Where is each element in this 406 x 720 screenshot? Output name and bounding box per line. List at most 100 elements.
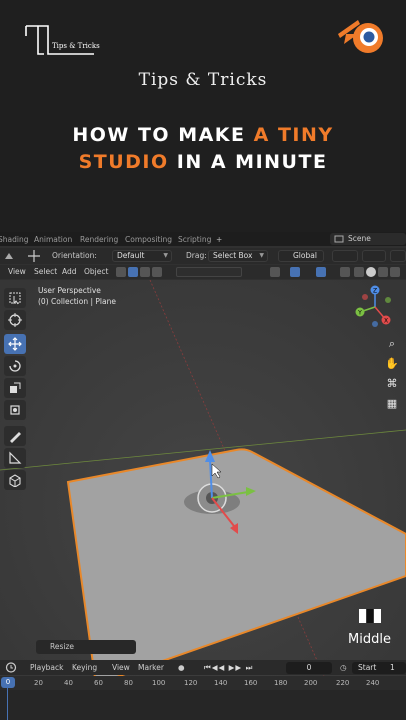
ruler-tick: 100 — [152, 679, 166, 687]
transform-tool-icon[interactable] — [4, 400, 26, 420]
frame-ruler[interactable]: 20 40 60 80 100 120 140 160 180 200 220 … — [0, 676, 406, 690]
scene-name: Scene — [348, 234, 371, 243]
viewport-header: View Select Add Object — [0, 265, 406, 279]
preview-range-icon[interactable]: ◷ — [340, 663, 347, 672]
ruler-tick: 200 — [304, 679, 318, 687]
perspective-toggle-icon[interactable]: ▦ — [384, 396, 400, 412]
tab-compositing[interactable]: Compositing — [125, 235, 172, 244]
viewport-search-field[interactable] — [176, 267, 242, 277]
gizmo-x-label: X — [384, 318, 388, 325]
channel-logo-icon — [25, 25, 94, 55]
video-banner: Tips & Tricks Tips & Tricks HOW TO MAKE … — [0, 0, 406, 228]
pan-hand-icon[interactable]: ✋ — [384, 356, 400, 372]
select-mode-icon[interactable] — [152, 267, 162, 277]
drag-label: Drag: — [186, 251, 207, 260]
scene-icon — [334, 235, 344, 243]
headline-text: IN A MINUTE — [168, 151, 328, 173]
tab-shading[interactable]: Shading — [0, 235, 28, 244]
viewport-scene — [0, 280, 406, 690]
menu-view[interactable]: View — [8, 267, 26, 276]
brand-text: Tips & Tricks — [52, 42, 100, 50]
transform-orientation-value: Global — [293, 251, 317, 260]
ruler-tick: 40 — [64, 679, 73, 687]
menu-object[interactable]: Object — [84, 267, 108, 276]
blender-window: Shading Animation Rendering Compositing … — [0, 232, 406, 720]
tab-animation[interactable]: Animation — [34, 235, 72, 244]
menu-marker[interactable]: Marker — [138, 663, 164, 672]
clock-icon[interactable] — [5, 662, 17, 673]
drag-dropdown[interactable]: Select Box ▼ — [208, 250, 268, 262]
editor-type-icon[interactable] — [4, 251, 14, 261]
chevron-down-icon: ▼ — [163, 252, 168, 259]
tab-rendering[interactable]: Rendering — [80, 235, 118, 244]
start-frame-field[interactable]: Start 1 — [352, 662, 406, 674]
gizmo-toggle-icon[interactable] — [290, 267, 300, 277]
move-tool-icon — [28, 250, 40, 262]
overlay-toggle-icon[interactable] — [316, 267, 326, 277]
proportional-edit-button[interactable] — [390, 250, 406, 262]
playhead[interactable]: 0 — [1, 677, 15, 688]
mouse-button-icon — [359, 609, 381, 623]
drag-value: Select Box — [213, 251, 253, 260]
shading-material-icon[interactable] — [378, 267, 388, 277]
shading-wireframe-icon[interactable] — [354, 267, 364, 277]
cursor-tool-icon[interactable] — [4, 310, 26, 330]
last-operator-panel[interactable]: Resize — [36, 640, 136, 654]
menu-keying[interactable]: Keying — [72, 663, 97, 672]
shading-solid-icon[interactable] — [366, 267, 376, 277]
select-box-tool-icon[interactable] — [4, 288, 26, 308]
menu-view[interactable]: View — [112, 663, 130, 672]
add-workspace-button[interactable]: + — [216, 235, 222, 244]
start-frame-value: 1 — [390, 663, 395, 672]
ruler-tick: 220 — [336, 679, 350, 687]
headline-line-2: STUDIO IN A MINUTE — [0, 149, 406, 176]
ruler-tick: 240 — [366, 679, 380, 687]
active-collection-label: (0) Collection | Plane — [38, 297, 116, 306]
playback-controls[interactable]: ⏮◀◀ ▶▶ ⏭ — [204, 663, 253, 673]
visibility-icon[interactable] — [270, 267, 280, 277]
ruler-tick: 180 — [274, 679, 288, 687]
timeline-header: Playback Keying View Marker ● ⏮◀◀ ▶▶ ⏭ 0… — [0, 660, 406, 675]
timeline-area[interactable]: 20 40 60 80 100 120 140 160 180 200 220 … — [0, 676, 406, 720]
rotate-tool-icon[interactable] — [4, 356, 26, 376]
select-mode-icon[interactable] — [128, 267, 138, 277]
menu-add[interactable]: Add — [62, 267, 77, 276]
annotate-tool-icon[interactable] — [4, 426, 26, 446]
select-mode-icon[interactable] — [140, 267, 150, 277]
add-cube-tool-icon[interactable] — [4, 470, 26, 490]
measure-tool-icon[interactable] — [4, 448, 26, 468]
record-icon[interactable]: ● — [178, 663, 185, 672]
playhead-line — [7, 688, 8, 720]
headline-highlight: A TINY — [253, 124, 334, 146]
zoom-icon[interactable]: ⌕ — [384, 336, 400, 352]
camera-view-icon[interactable]: ⌘ — [384, 376, 400, 392]
viewport-perspective-label: User Perspective — [38, 286, 101, 295]
headline-text: HOW TO MAKE — [72, 124, 254, 146]
scale-tool-icon[interactable] — [4, 378, 26, 398]
shading-render-icon[interactable] — [390, 267, 400, 277]
menu-playback[interactable]: Playback — [30, 663, 63, 672]
ruler-tick: 140 — [214, 679, 228, 687]
pivot-dropdown[interactable] — [332, 250, 358, 262]
select-mode-icon[interactable] — [116, 267, 126, 277]
ruler-tick: 120 — [184, 679, 198, 687]
headline-line-1: HOW TO MAKE A TINY — [0, 122, 406, 149]
gizmo-y-label: Y — [357, 310, 362, 317]
ruler-tick: 20 — [34, 679, 43, 687]
ruler-tick: 160 — [244, 679, 258, 687]
chevron-down-icon: ▼ — [259, 252, 264, 259]
xray-icon[interactable] — [340, 267, 350, 277]
ruler-tick: 80 — [124, 679, 133, 687]
tab-scripting[interactable]: Scripting — [178, 235, 211, 244]
transform-orientation-dropdown[interactable]: Global — [278, 250, 324, 262]
ruler-tick: 60 — [94, 679, 103, 687]
3d-viewport[interactable]: User Perspective (0) Collection | Plane — [0, 280, 406, 690]
move-tool-icon[interactable] — [4, 334, 26, 354]
menu-select[interactable]: Select — [34, 267, 57, 276]
current-frame-field[interactable]: 0 — [286, 662, 332, 674]
navigation-gizmo[interactable]: Z Y X — [352, 284, 398, 330]
last-operator-label: Resize — [50, 642, 75, 651]
orientation-dropdown[interactable]: Default ▼ — [112, 250, 172, 262]
snap-dropdown[interactable] — [362, 250, 386, 262]
headline: HOW TO MAKE A TINY STUDIO IN A MINUTE — [0, 122, 406, 176]
